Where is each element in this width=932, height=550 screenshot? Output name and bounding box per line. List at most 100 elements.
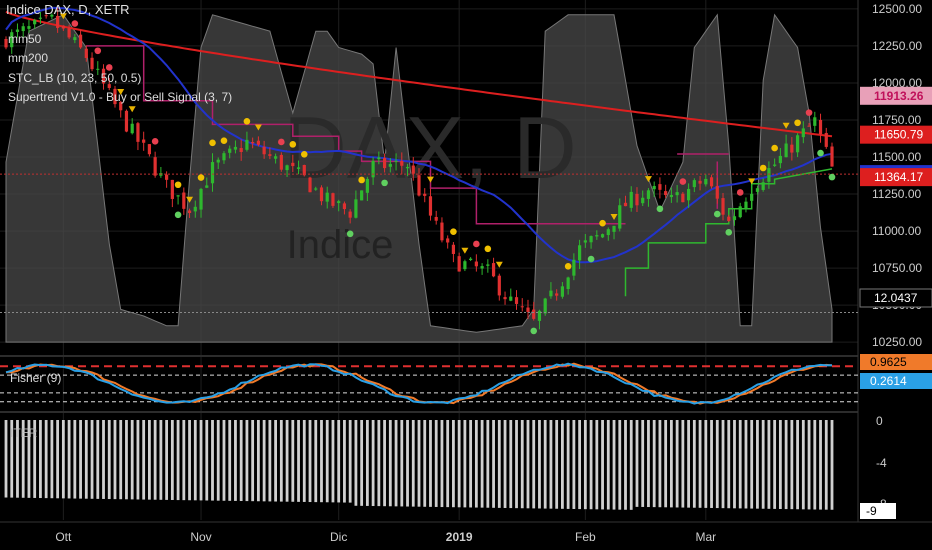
histogram-bar bbox=[39, 420, 42, 499]
histogram-bar bbox=[360, 420, 364, 506]
signal-dot bbox=[220, 137, 228, 145]
candle-body bbox=[405, 166, 410, 169]
histogram-bar bbox=[216, 420, 220, 501]
candle-body bbox=[618, 205, 622, 229]
candle-body bbox=[33, 19, 37, 25]
candle-body bbox=[337, 201, 341, 204]
histogram-bar bbox=[687, 420, 690, 508]
candle-body bbox=[182, 192, 186, 209]
candle-body bbox=[514, 297, 519, 304]
histogram-bar bbox=[102, 420, 105, 499]
candle-body bbox=[801, 128, 805, 138]
indicator-stc: STC_LB (10, 23, 50, 0.5) bbox=[8, 71, 142, 85]
signal-dot bbox=[381, 179, 388, 187]
histogram-bar bbox=[589, 420, 593, 510]
histogram-bar bbox=[773, 420, 777, 509]
candle-body bbox=[520, 306, 524, 308]
histogram-bar bbox=[566, 420, 570, 509]
candle-body bbox=[256, 140, 260, 145]
histogram-bar bbox=[61, 420, 65, 499]
price-label-text: 11650.79 bbox=[874, 128, 923, 142]
histogram-bar bbox=[165, 420, 169, 500]
histogram-bar bbox=[704, 420, 708, 508]
histogram-bar bbox=[532, 420, 536, 509]
histogram-bar bbox=[612, 420, 616, 510]
candle-body bbox=[469, 258, 473, 261]
histogram-bar bbox=[767, 420, 771, 509]
histogram-bar bbox=[457, 420, 461, 508]
time-tick-label: 2019 bbox=[446, 530, 473, 544]
candle-body bbox=[646, 190, 651, 199]
histogram-bar bbox=[434, 420, 438, 507]
histogram-bar bbox=[67, 420, 71, 499]
candle-body bbox=[325, 192, 329, 202]
histogram-bar bbox=[647, 420, 650, 508]
histogram-bar bbox=[365, 420, 369, 506]
signal-dot bbox=[713, 210, 721, 218]
histogram-bar bbox=[90, 420, 94, 499]
candle-body bbox=[721, 198, 725, 215]
histogram-bar bbox=[429, 420, 432, 507]
histogram-bar bbox=[710, 420, 713, 508]
signal-dot bbox=[358, 176, 365, 184]
histogram-bar bbox=[497, 420, 501, 508]
histogram-bar bbox=[337, 420, 341, 503]
signal-dot bbox=[599, 219, 606, 227]
candle-body bbox=[790, 144, 794, 153]
candle-body bbox=[635, 193, 639, 206]
candle-body bbox=[532, 309, 536, 319]
time-axis[interactable]: Ott Nov Dic 2019 Feb Mar bbox=[0, 521, 932, 550]
histogram-bar bbox=[423, 420, 427, 507]
histogram-bar bbox=[463, 420, 467, 508]
candle-body bbox=[446, 238, 450, 243]
histogram-bar bbox=[606, 420, 610, 510]
candle-body bbox=[388, 163, 392, 167]
candle-body bbox=[658, 184, 662, 190]
chart-title: Indice DAX, D, XETR bbox=[6, 2, 130, 17]
histogram-bar bbox=[543, 420, 547, 509]
candle-body bbox=[170, 179, 174, 199]
lower-pane-label: ITER bbox=[10, 426, 38, 440]
histogram-bar bbox=[618, 420, 622, 510]
candle-body bbox=[830, 146, 834, 167]
histogram-bar bbox=[199, 420, 203, 501]
candle-body bbox=[744, 201, 748, 210]
signal-dot bbox=[805, 109, 813, 116]
histogram-bar bbox=[84, 420, 88, 499]
histogram-bar bbox=[268, 420, 272, 502]
signal-dot bbox=[289, 141, 297, 148]
signal-dot bbox=[484, 245, 492, 253]
candle-body bbox=[38, 17, 43, 19]
histogram-bar bbox=[153, 420, 157, 500]
candle-body bbox=[555, 293, 559, 296]
signal-dot bbox=[105, 64, 113, 71]
signal-dot bbox=[209, 139, 216, 147]
candle-body bbox=[807, 125, 811, 127]
histogram-bar bbox=[136, 420, 140, 500]
candle-body bbox=[641, 197, 645, 204]
candle-body bbox=[153, 157, 157, 176]
candle-body bbox=[698, 180, 702, 184]
histogram-bar bbox=[733, 420, 736, 509]
candle-body bbox=[486, 264, 490, 266]
histogram-bar bbox=[400, 420, 404, 507]
price-label-text: 12.0437 bbox=[874, 291, 918, 305]
candle-body bbox=[314, 188, 318, 190]
histogram-bar bbox=[492, 420, 495, 508]
candle-body bbox=[193, 206, 197, 212]
candle-body bbox=[84, 48, 88, 58]
candle-body bbox=[595, 235, 599, 237]
candle-body bbox=[767, 168, 771, 182]
price-label-text: 11364.17 bbox=[874, 170, 923, 184]
signal-dot bbox=[71, 20, 79, 27]
histogram-bar bbox=[274, 420, 277, 502]
signal-dot bbox=[300, 151, 308, 158]
time-tick-label: Feb bbox=[575, 530, 596, 544]
candle-body bbox=[451, 244, 456, 254]
histogram-bar bbox=[778, 420, 782, 509]
histogram-bar bbox=[474, 420, 478, 508]
candle-body bbox=[652, 185, 656, 190]
candle-body bbox=[73, 37, 77, 41]
histogram-bar bbox=[142, 420, 146, 500]
histogram-bar bbox=[176, 420, 180, 501]
